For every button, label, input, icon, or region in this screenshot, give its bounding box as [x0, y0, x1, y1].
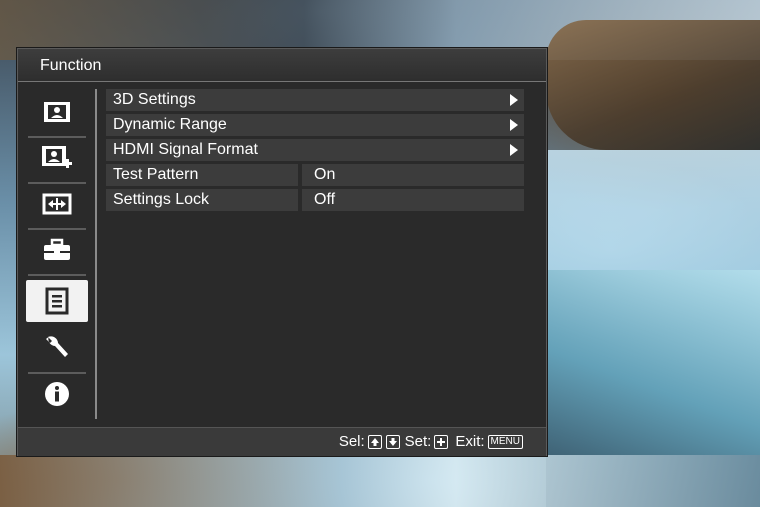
panel-header: Function: [18, 49, 546, 82]
menu-item-settings-lock[interactable]: Settings Lock Off: [106, 189, 524, 211]
menu-item-label: 3D Settings: [113, 91, 196, 108]
chevron-right-icon: [510, 94, 518, 106]
sidebar-item-picture-advanced[interactable]: [26, 138, 88, 178]
chevron-right-icon: [510, 144, 518, 156]
down-key-icon: [385, 434, 400, 449]
function-menu-panel: Function 3D Settings Dynamic Range HDMI …: [17, 48, 547, 456]
picture-icon: [44, 102, 70, 122]
toolbox-icon: [44, 238, 70, 260]
setting-value: On: [314, 166, 336, 183]
screen-resize-icon: [42, 193, 72, 215]
sidebar-item-function[interactable]: [26, 280, 88, 322]
up-key-icon: [367, 434, 382, 449]
sidebar-item-picture[interactable]: [26, 92, 88, 132]
sidebar-item-setup[interactable]: [26, 230, 88, 270]
sidebar-item-screen[interactable]: [26, 184, 88, 224]
info-icon: [45, 382, 69, 406]
function-list-icon: [45, 287, 69, 315]
setting-value: Off: [314, 191, 336, 208]
menu-item-label: Dynamic Range: [113, 116, 227, 133]
menu-item-hdmi-signal-format[interactable]: HDMI Signal Format: [106, 139, 524, 161]
setting-value-box: [302, 189, 524, 211]
help-footer: Sel: Set: Exit: MENU: [18, 427, 546, 456]
set-hint-label: Set:: [404, 433, 432, 450]
menu-item-test-pattern[interactable]: Test Pattern On: [106, 164, 524, 186]
menu-item-label: HDMI Signal Format: [113, 141, 258, 158]
menu-key-badge: MENU: [487, 434, 523, 449]
exit-hint-label: Exit:: [455, 433, 485, 450]
menu-item-dynamic-range[interactable]: Dynamic Range: [106, 114, 524, 136]
key-guide: Sel: Set: Exit: MENU: [339, 433, 524, 450]
menu-item-label: Settings Lock: [113, 191, 210, 208]
background-photo-rocks: [546, 20, 760, 150]
sidebar-divider: [28, 274, 86, 276]
chevron-right-icon: [510, 119, 518, 131]
menu-item-label: Test Pattern: [113, 166, 199, 183]
category-sidebar: [18, 82, 96, 422]
background-photo-sea: [546, 150, 760, 270]
sidebar-edge-divider: [95, 89, 97, 419]
wrench-icon: [46, 336, 68, 357]
background-photo-bottom: [0, 455, 760, 507]
enter-key-icon: [434, 434, 449, 449]
select-hint-label: Sel:: [338, 433, 365, 450]
sidebar-item-information[interactable]: [26, 374, 88, 414]
menu-item-3d-settings[interactable]: 3D Settings: [106, 89, 524, 111]
sidebar-item-installation[interactable]: [26, 327, 88, 367]
page-title: Function: [40, 57, 102, 74]
picture-plus-icon: [42, 146, 72, 168]
